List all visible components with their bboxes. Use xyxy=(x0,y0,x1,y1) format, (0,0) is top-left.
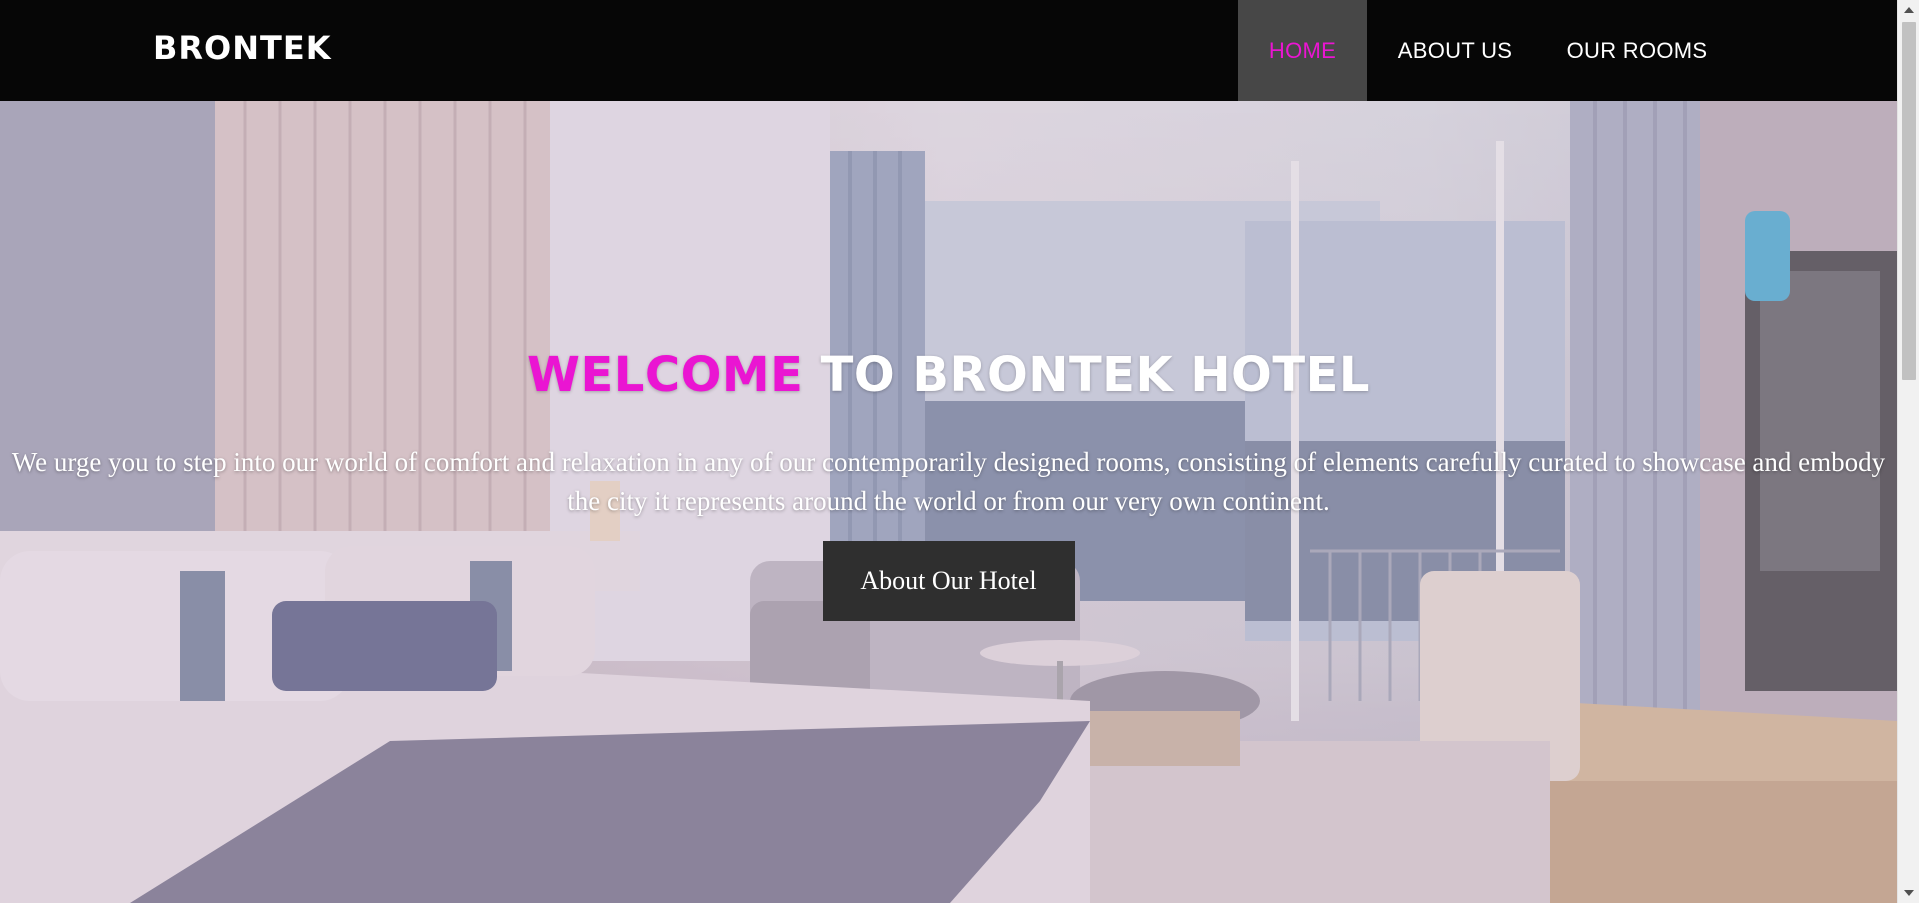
brand-logo[interactable]: BRONTEK xyxy=(153,29,332,67)
main-nav: HOME ABOUT US OUR ROOMS xyxy=(1238,0,1731,101)
about-our-hotel-button[interactable]: About Our Hotel xyxy=(822,541,1075,621)
hero-section: WELCOME TO BRONTEK HOTEL We urge you to … xyxy=(0,101,1897,903)
vertical-scrollbar[interactable] xyxy=(1897,0,1919,903)
scrollbar-thumb[interactable] xyxy=(1902,22,1916,380)
nav-item-about-us[interactable]: ABOUT US xyxy=(1367,0,1543,101)
hero-title: WELCOME TO BRONTEK HOTEL xyxy=(0,347,1897,403)
hero-title-accent: WELCOME xyxy=(527,347,804,403)
hero-tagline: We urge you to step into our world of co… xyxy=(11,447,1886,516)
top-navbar: BRONTEK HOME ABOUT US OUR ROOMS xyxy=(0,0,1897,101)
scroll-down-arrow-icon[interactable] xyxy=(1898,883,1919,903)
hero-title-rest: TO BRONTEK HOTEL xyxy=(820,347,1370,403)
scroll-up-arrow-icon[interactable] xyxy=(1898,0,1919,20)
nav-item-our-rooms[interactable]: OUR ROOMS xyxy=(1543,0,1731,101)
hero-content: WELCOME TO BRONTEK HOTEL We urge you to … xyxy=(0,347,1897,621)
nav-item-home[interactable]: HOME xyxy=(1238,0,1367,101)
